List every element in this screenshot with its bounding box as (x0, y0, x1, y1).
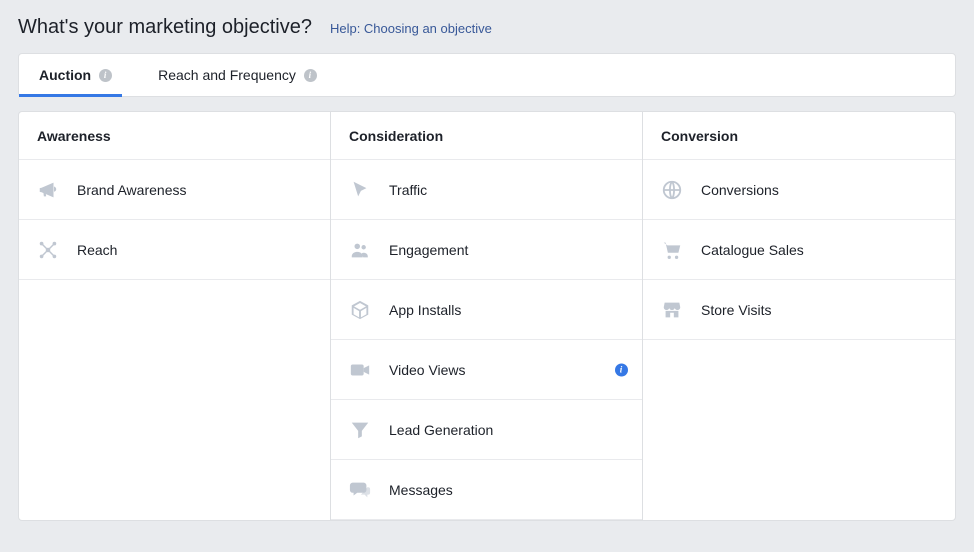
megaphone-icon (37, 179, 59, 201)
globe-icon (661, 179, 683, 201)
buying-type-tabs: Auction Reach and Frequency (18, 53, 956, 97)
tab-reach-freq-label: Reach and Frequency (158, 67, 296, 83)
objective-label: Lead Generation (389, 422, 493, 438)
objective-label: Video Views (389, 362, 466, 378)
objective-app-installs[interactable]: App Installs (331, 280, 642, 340)
column-header-awareness: Awareness (19, 112, 330, 160)
column-header-conversion: Conversion (643, 112, 955, 160)
reach-icon (37, 239, 59, 261)
objective-label: Store Visits (701, 302, 772, 318)
objective-label: Messages (389, 482, 453, 498)
messages-icon (349, 479, 371, 501)
objective-grid: Awareness Brand Awareness Reach Consider… (18, 111, 956, 521)
objective-messages[interactable]: Messages (331, 460, 642, 520)
tab-auction-label: Auction (39, 67, 91, 83)
help-link[interactable]: Help: Choosing an objective (330, 21, 492, 36)
funnel-icon (349, 419, 371, 441)
cursor-icon (349, 179, 371, 201)
info-icon[interactable] (304, 69, 317, 82)
objective-label: App Installs (389, 302, 461, 318)
column-header-consideration: Consideration (331, 112, 642, 160)
video-icon (349, 359, 371, 381)
objective-traffic[interactable]: Traffic (331, 160, 642, 220)
objective-catalogue-sales[interactable]: Catalogue Sales (643, 220, 955, 280)
objective-label: Brand Awareness (77, 182, 186, 198)
objective-label: Engagement (389, 242, 468, 258)
objective-label: Traffic (389, 182, 427, 198)
info-icon[interactable] (99, 69, 112, 82)
tab-auction[interactable]: Auction (39, 54, 112, 96)
column-awareness: Awareness Brand Awareness Reach (19, 112, 331, 520)
page-title: What's your marketing objective? (18, 16, 312, 39)
objective-store-visits[interactable]: Store Visits (643, 280, 955, 340)
tab-reach-and-frequency[interactable]: Reach and Frequency (158, 54, 317, 96)
info-icon[interactable] (615, 363, 628, 376)
objective-label: Catalogue Sales (701, 242, 804, 258)
package-icon (349, 299, 371, 321)
objective-video-views[interactable]: Video Views (331, 340, 642, 400)
people-icon (349, 239, 371, 261)
store-icon (661, 299, 683, 321)
cart-icon (661, 239, 683, 261)
objective-conversions[interactable]: Conversions (643, 160, 955, 220)
objective-label: Reach (77, 242, 117, 258)
objective-reach[interactable]: Reach (19, 220, 330, 280)
objective-engagement[interactable]: Engagement (331, 220, 642, 280)
column-consideration: Consideration Traffic Engagement App Ins… (331, 112, 643, 520)
objective-lead-generation[interactable]: Lead Generation (331, 400, 642, 460)
objective-brand-awareness[interactable]: Brand Awareness (19, 160, 330, 220)
objective-label: Conversions (701, 182, 779, 198)
column-conversion: Conversion Conversions Catalogue Sales S… (643, 112, 955, 520)
